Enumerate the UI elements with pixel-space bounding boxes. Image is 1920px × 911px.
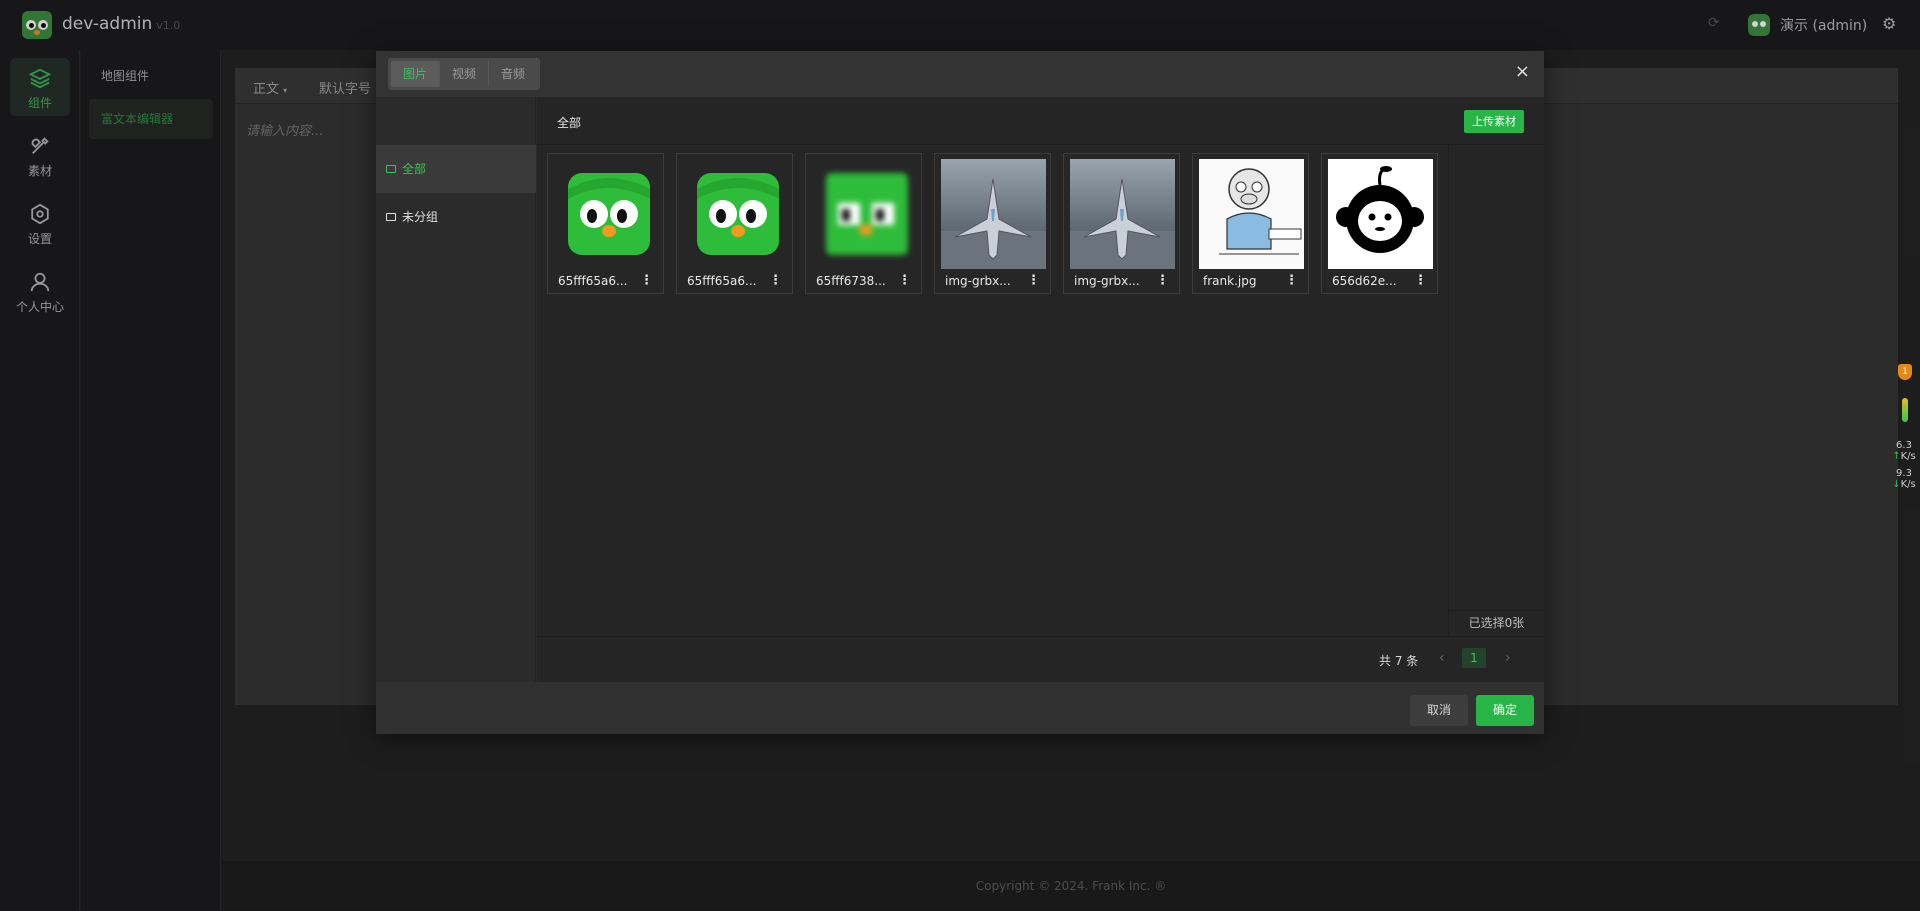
thumbnail	[1328, 159, 1433, 269]
pagination: 共 7 条 ‹ 1 ›	[537, 636, 1544, 682]
group-label: 全部	[402, 162, 427, 176]
close-icon[interactable]: ×	[1515, 63, 1530, 81]
thumbnail	[1199, 159, 1304, 269]
media-content: 全部 上传素材 65fff65a6... ⋮ 65fff65a6... ⋮ 65…	[537, 97, 1544, 682]
selected-count: 已选择0张	[1448, 610, 1544, 636]
file-name: 656d62e...	[1332, 274, 1397, 288]
file-name: img-grbx...	[1074, 274, 1140, 288]
media-card[interactable]: 65fff65a6... ⋮	[676, 153, 793, 294]
more-icon[interactable]: ⋮	[640, 273, 653, 288]
thumbnail	[554, 159, 659, 269]
confirm-button[interactable]: 确定	[1476, 695, 1534, 726]
selection-panel	[1448, 145, 1544, 610]
upload-button[interactable]: 上传素材	[1464, 110, 1524, 133]
file-name: 65fff65a6...	[558, 274, 628, 288]
content-header: 全部 上传素材	[537, 97, 1544, 145]
more-icon[interactable]: ⋮	[1285, 273, 1298, 288]
upload-speed: 6.3 ↑K/s	[1890, 440, 1918, 462]
group-label: 未分组	[402, 210, 439, 224]
media-card[interactable]: img-grbx... ⋮	[1063, 153, 1180, 294]
media-card[interactable]: frank.jpg ⋮	[1192, 153, 1309, 294]
media-card[interactable]: img-grbx... ⋮	[934, 153, 1051, 294]
file-name: frank.jpg	[1203, 274, 1257, 288]
chevron-left-icon[interactable]: ‹	[1439, 650, 1445, 666]
media-type-tabs: 图片 视频 音频	[388, 58, 541, 90]
more-icon[interactable]: ⋮	[898, 273, 911, 288]
media-card[interactable]: 656d62e... ⋮	[1321, 153, 1438, 294]
modal-header: 图片 视频 音频 ×	[376, 51, 1544, 97]
more-icon[interactable]: ⋮	[1414, 273, 1427, 288]
upload-unit: K/s	[1900, 451, 1916, 462]
media-picker-modal: 图片 视频 音频 × 全部 未分组 全部 上传素材 65fff65a6... ⋮	[376, 51, 1544, 734]
content-title: 全部	[557, 116, 582, 130]
upload-value: 6.3	[1896, 440, 1912, 451]
memory-gauge-icon	[1902, 398, 1908, 422]
file-name: 65fff65a6...	[687, 274, 757, 288]
tab-images[interactable]: 图片	[391, 61, 441, 87]
file-name: 65fff6738...	[816, 274, 886, 288]
more-icon[interactable]: ⋮	[1156, 273, 1169, 288]
cancel-button[interactable]: 取消	[1410, 695, 1468, 726]
thumbnail	[1070, 159, 1175, 269]
media-card[interactable]: 65fff6738... ⋮	[805, 153, 922, 294]
arrow-up-icon: ↑	[1892, 451, 1901, 462]
chevron-right-icon[interactable]: ›	[1505, 650, 1511, 666]
group-item-ungrouped[interactable]: 未分组	[376, 193, 536, 241]
pager-total: 共 7 条	[1379, 654, 1419, 668]
group-list: 全部 未分组	[376, 97, 536, 682]
pager-page-1[interactable]: 1	[1462, 648, 1486, 668]
tab-videos[interactable]: 视频	[440, 61, 490, 87]
folder-icon	[386, 213, 396, 221]
more-icon[interactable]: ⋮	[1027, 273, 1040, 288]
media-card[interactable]: 65fff65a6... ⋮	[547, 153, 664, 294]
download-unit: K/s	[1900, 479, 1916, 490]
group-item-all[interactable]: 全部	[376, 145, 536, 193]
download-speed: 9.3 ↓K/s	[1890, 468, 1918, 490]
download-value: 9.3	[1896, 468, 1912, 479]
arrow-down-icon: ↓	[1892, 479, 1901, 490]
file-name: img-grbx...	[945, 274, 1011, 288]
thumbnail	[812, 159, 917, 269]
folder-icon	[386, 165, 396, 173]
shield-icon: 1	[1898, 364, 1912, 380]
media-grid: 65fff65a6... ⋮ 65fff65a6... ⋮ 65fff6738.…	[547, 153, 1447, 603]
modal-footer: 取消 确定	[376, 682, 1544, 734]
network-speed-widget[interactable]: 1 6.3 ↑K/s 9.3 ↓K/s	[1890, 356, 1918, 496]
thumbnail	[683, 159, 788, 269]
tab-audio[interactable]: 音频	[489, 61, 537, 87]
thumbnail	[941, 159, 1046, 269]
more-icon[interactable]: ⋮	[769, 273, 782, 288]
